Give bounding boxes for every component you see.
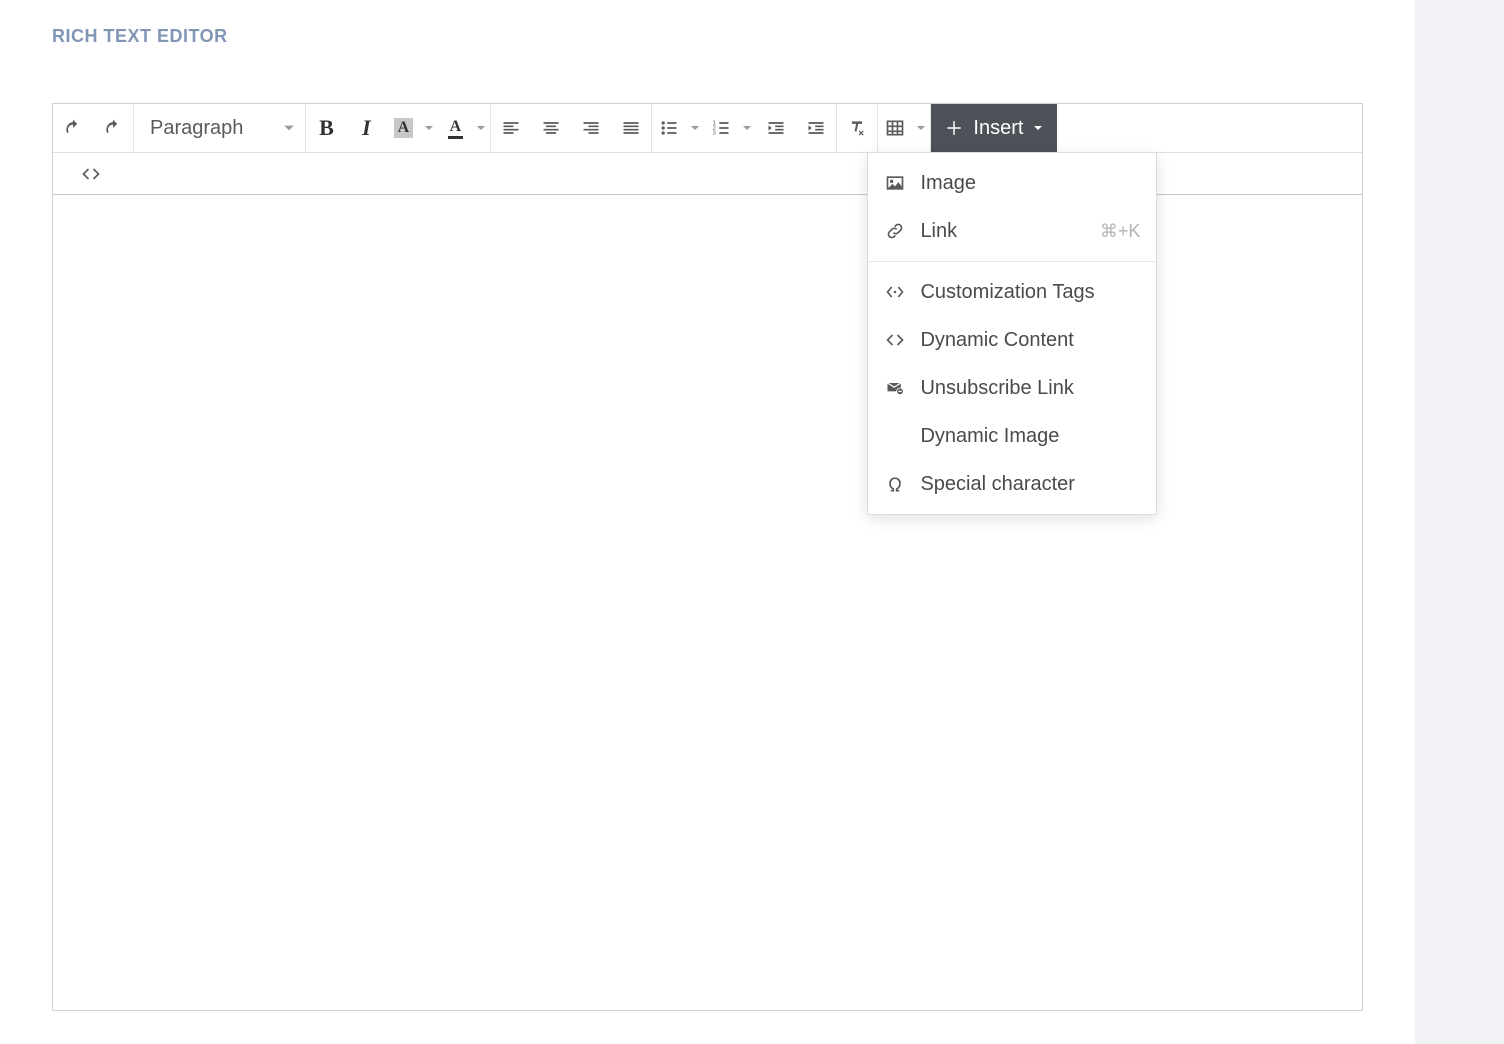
undo-button[interactable] (53, 104, 93, 152)
italic-button[interactable]: I (346, 104, 386, 152)
italic-icon: I (362, 115, 371, 141)
caret-down-icon (1033, 123, 1043, 133)
image-icon (884, 172, 906, 194)
group-lists: 123 (652, 104, 837, 152)
menu-item-image[interactable]: Image (868, 159, 1156, 207)
redo-button[interactable] (93, 104, 133, 152)
svg-text:3: 3 (713, 131, 716, 137)
link-icon (884, 220, 906, 242)
editor-container: Paragraph B I A A (52, 103, 1363, 1011)
menu-item-label: Unsubscribe Link (920, 377, 1140, 400)
align-right-button[interactable] (571, 104, 611, 152)
format-dropdown[interactable]: Paragraph (134, 104, 305, 152)
insert-menu-group-1: Image Link ⌘+K (868, 153, 1156, 261)
mail-remove-icon (884, 377, 906, 399)
numbered-list-button[interactable]: 123 (704, 104, 756, 152)
insert-menu: Image Link ⌘+K (867, 152, 1157, 515)
source-code-button[interactable] (71, 153, 111, 195)
menu-item-dynamic-image[interactable]: Dynamic Image (868, 412, 1156, 460)
group-format: Paragraph (134, 104, 306, 152)
code-icon (81, 164, 101, 184)
outdent-button[interactable] (756, 104, 796, 152)
caret-down-icon (916, 123, 926, 133)
menu-item-shortcut: ⌘+K (1100, 221, 1141, 242)
table-button[interactable] (878, 104, 930, 152)
undo-icon (63, 118, 83, 138)
insert-button-label: Insert (973, 117, 1023, 140)
insert-button[interactable]: Insert (931, 104, 1057, 152)
omega-icon (884, 473, 906, 495)
bold-button[interactable]: B (306, 104, 346, 152)
menu-item-link[interactable]: Link ⌘+K (868, 207, 1156, 255)
menu-item-special-character[interactable]: Special character (868, 460, 1156, 508)
group-alignment (491, 104, 652, 152)
code-icon (884, 329, 906, 351)
group-font-style: B I A A (306, 104, 491, 152)
caret-down-icon (476, 123, 486, 133)
menu-item-label: Special character (920, 473, 1140, 496)
menu-item-label: Link (920, 220, 1085, 243)
format-dropdown-label: Paragraph (150, 117, 243, 140)
menu-item-customization-tags[interactable]: Customization Tags (868, 268, 1156, 316)
text-color-icon: A (448, 118, 464, 139)
outdent-icon (766, 118, 786, 138)
rich-text-editor-panel: RICH TEXT EDITOR Paragraph (0, 0, 1415, 1044)
caret-down-icon (283, 122, 295, 134)
menu-item-dynamic-content[interactable]: Dynamic Content (868, 316, 1156, 364)
customization-tags-icon (884, 281, 906, 303)
insert-menu-group-2: Customization Tags Dynamic Content (868, 262, 1156, 514)
editor-content-area[interactable] (53, 195, 1362, 1010)
background-color-button[interactable]: A (386, 104, 438, 152)
bullet-list-button[interactable] (652, 104, 704, 152)
menu-item-label: Image (920, 172, 1140, 195)
numbered-list-icon: 123 (711, 118, 731, 138)
align-left-icon (501, 118, 521, 138)
table-icon (885, 118, 905, 138)
menu-item-label: Customization Tags (920, 281, 1140, 304)
caret-down-icon (424, 123, 434, 133)
align-justify-icon (621, 118, 641, 138)
align-justify-button[interactable] (611, 104, 651, 152)
align-center-icon (541, 118, 561, 138)
group-table (878, 104, 931, 152)
group-history (53, 104, 134, 152)
align-center-button[interactable] (531, 104, 571, 152)
clear-formatting-button[interactable] (837, 104, 877, 152)
indent-button[interactable] (796, 104, 836, 152)
toolbar-row-2 (53, 153, 1362, 195)
bullet-list-icon (659, 118, 679, 138)
align-left-button[interactable] (491, 104, 531, 152)
group-insert: Insert Image (931, 104, 1057, 152)
group-clear (837, 104, 878, 152)
menu-item-label: Dynamic Image (920, 425, 1140, 448)
redo-icon (103, 118, 123, 138)
align-right-icon (581, 118, 601, 138)
menu-item-unsubscribe-link[interactable]: Unsubscribe Link (868, 364, 1156, 412)
text-color-button[interactable]: A (438, 104, 490, 152)
caret-down-icon (742, 123, 752, 133)
menu-item-label: Dynamic Content (920, 329, 1140, 352)
blank-icon (884, 425, 906, 447)
plus-icon (945, 119, 963, 137)
toolbar-row-1: Paragraph B I A A (53, 104, 1362, 153)
bold-icon: B (319, 115, 334, 141)
indent-icon (806, 118, 826, 138)
background-color-icon: A (394, 118, 414, 138)
section-title: RICH TEXT EDITOR (0, 0, 1415, 47)
caret-down-icon (690, 123, 700, 133)
clear-formatting-icon (847, 118, 867, 138)
